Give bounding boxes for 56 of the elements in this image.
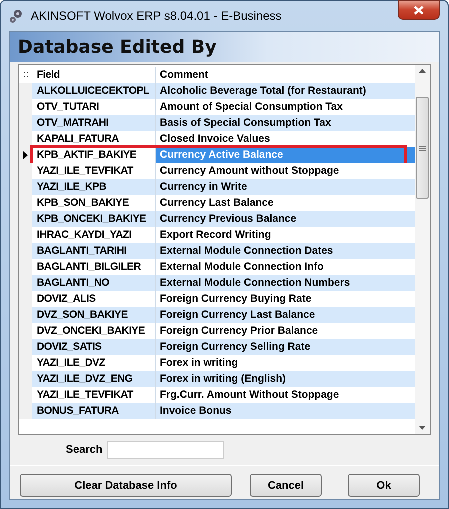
scroll-up-icon[interactable] — [419, 69, 426, 73]
table-row[interactable]: ALKOLLUICECEKTOPL Alcoholic Beverage Total (for Restaurant) — [19, 83, 415, 99]
table-row[interactable]: YAZI_ILE_KPB Currency in Write — [19, 179, 415, 195]
table-cell: ALKOLLUICECEKTOPL — [32, 83, 155, 99]
dialog-heading: Database Edited By — [18, 36, 217, 58]
table-cell: External Module Connection Numbers — [155, 275, 415, 291]
table-cell: Currency Previous Balance — [155, 211, 415, 227]
table-row[interactable]: BAGLANTI_TARIHI External Module Connection Dates — [19, 243, 415, 259]
table-cell: DOVIZ_SATIS — [32, 339, 155, 355]
grip-icon — [419, 146, 426, 150]
search-label: Search — [66, 444, 103, 456]
gears-icon — [9, 8, 25, 24]
table-cell: BAGLANTI_TARIHI — [32, 243, 155, 259]
table-row[interactable]: DOVIZ_SATIS Foreign Currency Selling Rate — [19, 339, 415, 355]
table-row[interactable]: OTV_TUTARI Amount of Special Consumption Tax — [19, 99, 415, 115]
table-cell: YAZI_ILE_DVZ_ENG — [32, 371, 155, 387]
table-cell: KPB_ONCEKI_BAKIYE — [32, 211, 155, 227]
search-field[interactable] — [106, 441, 224, 459]
vertical-scrollbar[interactable] — [415, 65, 430, 434]
scroll-thumb[interactable] — [416, 97, 429, 199]
table-row[interactable]: OTV_MATRAHI Basis of Special Consumption Tax — [19, 115, 415, 131]
table-cell: OTV_MATRAHI — [32, 115, 155, 131]
table-row[interactable]: DVZ_SON_BAKIYE Foreign Currency Last Balance — [19, 307, 415, 323]
table-row[interactable]: YAZI_ILE_DVZ_ENG Forex in writing (English) — [19, 371, 415, 387]
table-cell: Currency Active Balance — [155, 147, 415, 163]
table-row[interactable]: BONUS_FATURA Invoice Bonus — [19, 403, 415, 419]
table-cell: BAGLANTI_NO — [32, 275, 155, 291]
table-row[interactable]: YAZI_ILE_TEVFIKAT Frg.Curr. Amount Without Stoppage — [19, 387, 415, 403]
table-row[interactable]: YAZI_ILE_TEVFIKAT Currency Amount without Stoppage — [19, 163, 415, 179]
table-row[interactable]: YAZI_ILE_DVZ Forex in writing — [19, 355, 415, 371]
clear-button[interactable]: Clear Database Info — [20, 474, 232, 497]
table-row[interactable]: KPB_SON_BAKIYE Currency Last Balance — [19, 195, 415, 211]
table-row[interactable]: BAGLANTI_NO External Module Connection Numbers — [19, 275, 415, 291]
table-cell: Currency in Write — [155, 179, 415, 195]
table-cell: Basis of Special Consumption Tax — [155, 115, 415, 131]
table-cell: YAZI_ILE_KPB — [32, 179, 155, 195]
table-cell: DVZ_SON_BAKIYE — [32, 307, 155, 323]
close-button[interactable] — [398, 0, 440, 20]
ok-button[interactable]: Ok — [348, 474, 420, 497]
close-icon — [414, 6, 424, 14]
table-cell: Foreign Currency Last Balance — [155, 307, 415, 323]
table-cell: Invoice Bonus — [155, 403, 415, 419]
table-cell: BONUS_FATURA — [32, 403, 155, 419]
table-cell: Alcoholic Beverage Total (for Restaurant) — [155, 83, 415, 99]
table-row[interactable]: IHRAC_KAYDI_YAZI Export Record Writing — [19, 227, 415, 243]
window-title: AKINSOFT Wolvox ERP s8.04.01 - E-Business — [31, 9, 283, 23]
scroll-down-icon[interactable] — [419, 426, 426, 430]
table-row[interactable]: DVZ_ONCEKI_BAKIYE Foreign Currency Prior Balance — [19, 323, 415, 339]
row-pointer-icon — [23, 150, 28, 160]
table-cell: External Module Connection Dates — [155, 243, 415, 259]
cancel-button[interactable]: Cancel — [250, 474, 322, 497]
table-row[interactable]: DOVIZ_ALIS Foreign Currency Buying Rate — [19, 291, 415, 307]
table-cell: Forex in writing (English) — [155, 371, 415, 387]
table-cell: Foreign Currency Selling Rate — [155, 339, 415, 355]
table-row[interactable]: BAGLANTI_BILGILER External Module Connection Info — [19, 259, 415, 275]
table-row[interactable]: KPB_ONCEKI_BAKIYE Currency Previous Balance — [19, 211, 415, 227]
